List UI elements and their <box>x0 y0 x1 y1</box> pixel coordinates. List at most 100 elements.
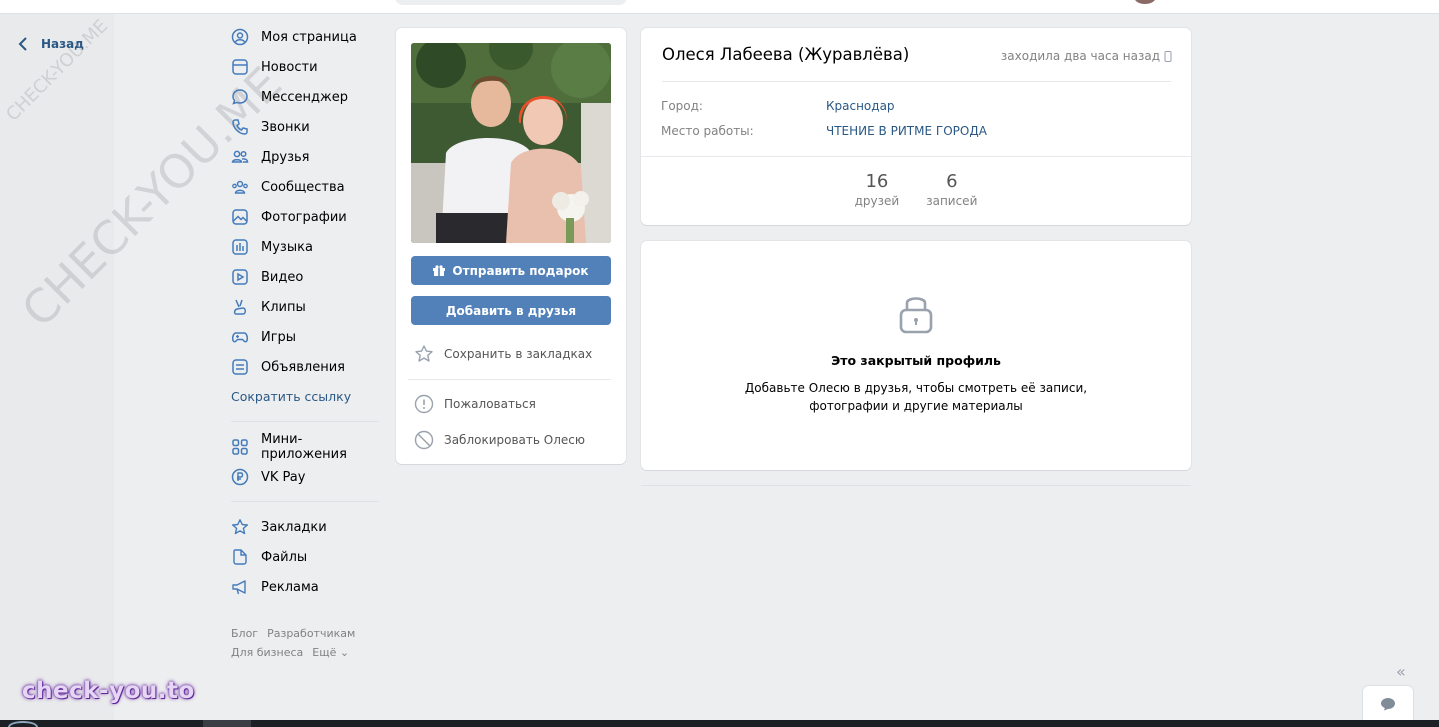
divider <box>231 421 379 422</box>
news-icon <box>231 58 249 76</box>
sidebar-item-bookmarks[interactable]: Закладки <box>231 512 381 542</box>
add-friend-label: Добавить в друзья <box>445 303 577 318</box>
sidebar-item-messenger[interactable]: Мессенджер <box>231 82 381 112</box>
footer-blog-link[interactable]: Блог <box>231 627 258 640</box>
mini-apps-icon <box>231 438 249 456</box>
sidebar-item-classifieds[interactable]: Объявления <box>231 352 381 382</box>
work-label: Место работы: <box>661 124 754 138</box>
report-action[interactable]: Пожаловаться <box>414 394 536 414</box>
sidebar-item-ads[interactable]: Реклама <box>231 572 381 602</box>
start-icon[interactable] <box>8 721 38 727</box>
megaphone-icon <box>231 578 249 596</box>
posts-count: 6 <box>946 171 958 192</box>
divider <box>231 501 379 502</box>
sidebar-item-label: Игры <box>261 329 297 345</box>
online-status: заходила два часа назад <box>1001 49 1172 63</box>
sidebar-item-label: Файлы <box>261 549 308 565</box>
games-icon <box>231 328 249 346</box>
photos-icon <box>231 208 249 226</box>
work-link[interactable]: ЧТЕНИЕ В РИТМЕ ГОРОДА <box>826 124 987 138</box>
warning-icon <box>414 394 434 414</box>
sidebar-item-label: Клипы <box>261 299 306 315</box>
chat-icon <box>1381 698 1395 711</box>
sidebar-item-label: Фотографии <box>261 209 347 225</box>
profile-photo[interactable] <box>411 43 611 243</box>
sidebar-item-my-page[interactable]: Моя страница <box>231 22 381 52</box>
user-circle-icon <box>231 28 249 46</box>
block-action[interactable]: Заблокировать Олесю <box>414 430 585 450</box>
clips-icon <box>231 298 249 316</box>
profile-avatar-card: Отправить подарок Добавить в друзья Сохр… <box>396 28 626 464</box>
communities-icon <box>231 178 249 196</box>
sidebar-item-calls[interactable]: Звонки <box>231 112 381 142</box>
music-icon <box>231 238 249 256</box>
divider <box>641 156 1191 157</box>
sidebar-item-label: Мессенджер <box>261 89 348 105</box>
classifieds-icon <box>231 358 249 376</box>
sidebar-item-photos[interactable]: Фотографии <box>231 202 381 232</box>
sidebar-item-music[interactable]: Музыка <box>231 232 381 262</box>
os-taskbar <box>0 720 1439 727</box>
sidebar-item-video[interactable]: Видео <box>231 262 381 292</box>
save-bookmark-label: Сохранить в закладках <box>444 347 593 361</box>
sidebar-item-news[interactable]: Новости <box>231 52 381 82</box>
add-friend-button[interactable]: Добавить в друзья <box>411 296 611 325</box>
sidebar-item-friends[interactable]: Друзья <box>231 142 381 172</box>
search-input[interactable] <box>395 0 627 5</box>
collapse-icon[interactable]: « <box>1396 662 1406 681</box>
footer-more-link[interactable]: Ещё ⌄ <box>312 646 349 659</box>
sidebar-item-label: VK Pay <box>261 469 306 485</box>
posts-counter[interactable]: 6 записей <box>926 171 977 208</box>
sidebar-item-label: Объявления <box>261 359 345 375</box>
friends-icon <box>231 148 249 166</box>
taskbar-item[interactable] <box>203 720 251 727</box>
sidebar-item-label: Видео <box>261 269 304 285</box>
sidebar-item-label: Закладки <box>261 519 327 535</box>
star-icon <box>415 345 433 362</box>
sidebar-item-label: Моя страница <box>261 29 357 45</box>
send-gift-button[interactable]: Отправить подарок <box>411 256 611 285</box>
chat-button[interactable] <box>1363 686 1413 722</box>
sidebar-item-mini-apps[interactable]: Мини-приложения <box>231 432 381 462</box>
shorten-link[interactable]: Сократить ссылку <box>231 382 381 412</box>
friends-count: 16 <box>865 171 889 192</box>
info-row-work: Место работы: ЧТЕНИЕ В РИТМЕ ГОРОДА <box>661 124 987 138</box>
sidebar-item-label: Реклама <box>261 579 319 595</box>
gift-icon <box>433 264 446 276</box>
friends-count-label: друзей <box>854 194 900 208</box>
sidebar-item-vk-pay[interactable]: VK Pay <box>231 462 381 492</box>
divider <box>641 485 1191 486</box>
profile-name: Олеся Лабеева (Журавлёва) <box>662 45 910 64</box>
back-button[interactable]: Назад <box>17 37 84 51</box>
info-row-city: Город: Краснодар <box>661 99 895 113</box>
city-link[interactable]: Краснодар <box>826 99 895 113</box>
friends-counter[interactable]: 16 друзей <box>855 171 900 208</box>
sidebar-item-label: Звонки <box>261 119 310 135</box>
message-icon <box>231 88 249 106</box>
report-label: Пожаловаться <box>444 397 536 411</box>
profile-info-card: Олеся Лабеева (Журавлёва) заходила два ч… <box>641 28 1191 225</box>
sidebar-item-label: Сообщества <box>261 179 345 195</box>
brand-logo: check-you.to <box>22 678 195 704</box>
footer-business-link[interactable]: Для бизнеса <box>231 646 303 659</box>
divider <box>408 379 611 380</box>
file-icon <box>231 548 249 566</box>
sidebar-item-games[interactable]: Игры <box>231 322 381 352</box>
posts-count-label: записей <box>926 194 978 208</box>
sidebar-item-clips[interactable]: Клипы <box>231 292 381 322</box>
send-gift-label: Отправить подарок <box>452 263 589 278</box>
closed-profile-text: Добавьте Олесю в друзья, чтобы смотреть … <box>744 381 1088 413</box>
footer-developers-link[interactable]: Разработчикам <box>267 627 355 640</box>
sidebar-item-communities[interactable]: Сообщества <box>231 172 381 202</box>
vk-pay-icon <box>231 468 249 486</box>
block-icon <box>414 430 434 450</box>
left-panel: Назад <box>0 14 114 720</box>
sidebar-nav: Моя страница Новости Мессенджер Звонки Д… <box>231 22 381 602</box>
closed-profile-card: Это закрытый профиль Добавьте Олесю в др… <box>641 241 1191 470</box>
save-bookmark-action[interactable]: Сохранить в закладках <box>414 344 592 364</box>
user-avatar[interactable] <box>1134 0 1156 4</box>
sidebar-item-label: Музыка <box>261 239 313 255</box>
closed-profile-title: Это закрытый профиль <box>831 353 1001 368</box>
divider <box>662 81 1171 82</box>
sidebar-item-files[interactable]: Файлы <box>231 542 381 572</box>
